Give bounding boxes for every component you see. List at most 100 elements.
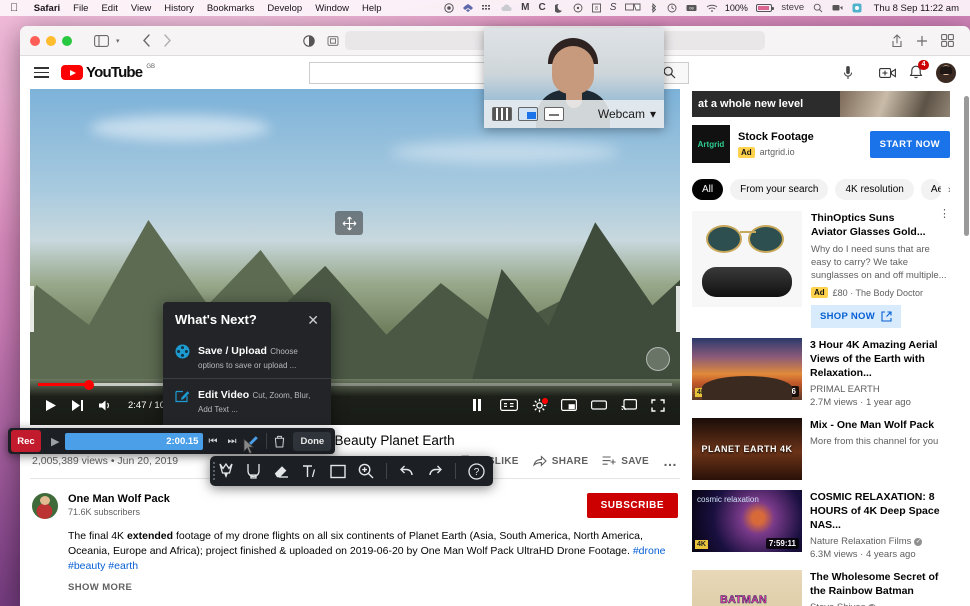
window-traffic-lights[interactable] [30,36,72,46]
captions-button[interactable] [493,399,525,411]
crop-handle-left[interactable] [30,286,34,332]
crop-handle-right[interactable] [676,286,680,332]
zoom-icon[interactable] [358,463,374,479]
artgrid-ad-row[interactable]: Artgrid Stock Footage Ad artgrid.io STAR… [692,117,950,173]
done-button[interactable]: Done [293,432,331,451]
play-button[interactable] [38,399,64,412]
control-center-icon[interactable] [848,3,867,13]
chip-4k-resolution[interactable]: 4K resolution [835,179,913,200]
bluetooth-icon[interactable] [646,3,663,13]
annotation-toolbar[interactable]: ? [210,456,493,486]
next-video-button[interactable] [64,399,91,412]
moon-icon[interactable] [550,3,568,13]
menubar-clock[interactable]: Thu 8 Sep 11:22 am [867,3,964,14]
back-button[interactable] [136,34,157,47]
menu-item-view[interactable]: View [124,3,157,14]
notifications-bell[interactable]: 4 [909,65,923,80]
cast-button[interactable] [614,399,644,411]
wifi-icon[interactable] [702,3,723,13]
list-item[interactable]: PLANET EARTH 4K Mix - One Man Wolf Pack … [692,418,950,490]
toolbar-drag-handle[interactable] [213,462,215,480]
list-item[interactable]: 4K 3:03:16 3 Hour 4K Amazing Aerial View… [692,338,950,418]
banner-ad[interactable]: at a whole new level [692,91,950,117]
webcam-layout-pip-icon[interactable] [518,107,538,121]
theater-mode-button[interactable] [584,399,614,411]
webcam-source-selector[interactable]: Webcam ▾ [598,107,656,121]
menu-item-window[interactable]: Window [309,3,356,14]
pen-icon[interactable] [218,462,234,480]
calendar-icon[interactable]: 8 [587,3,605,13]
chip-aerial[interactable]: Aer [921,179,941,200]
webcam-overlay[interactable]: Webcam ▾ [484,28,664,128]
pause-indicator-icon[interactable] [465,399,493,411]
slack-icon[interactable]: S [605,3,621,13]
whats-next-option-save-upload[interactable]: Save / Upload Choose options to save or … [163,335,331,378]
shop-now-button[interactable]: SHOP NOW [811,305,901,328]
save-button[interactable]: SAVE [602,455,649,467]
settings-gear-button[interactable] [525,398,554,413]
screen-recorder-menu-icon[interactable] [828,3,848,13]
progress-scrubber[interactable] [84,380,94,390]
skip-previous-button[interactable]: ⏮ [203,436,222,447]
page-scrollbar[interactable] [964,96,969,236]
video-title[interactable]: 3 Hour 4K Amazing Aerial Views of the Ea… [810,338,950,380]
trash-icon[interactable] [269,435,290,448]
shopping-ad[interactable]: ThinOptics Suns Aviator Glasses Gold... … [692,211,950,338]
youtube-logo[interactable]: YouTube GB [61,65,155,80]
chip-all[interactable]: All [692,179,723,200]
video-thumbnail[interactable]: 4K 7:59:11 [692,490,802,552]
share-button[interactable]: SHARE [533,455,589,468]
fullscreen-button[interactable] [644,399,672,412]
video-title[interactable]: COSMIC RELAXATION: 8 HOURS of 4K Deep Sp… [810,490,950,532]
maximize-window-button[interactable] [62,36,72,46]
close-icon[interactable]: ✕ [305,313,321,327]
gmail-icon[interactable]: M [517,3,534,13]
start-now-button[interactable]: START NOW [870,131,950,158]
menu-item-develop[interactable]: Develop [261,3,309,14]
hashtag-drone[interactable]: #drone [633,545,666,557]
page-settings-icon[interactable] [321,31,345,50]
list-item[interactable]: 4K 7:59:11 COSMIC RELAXATION: 8 HOURS of… [692,490,950,570]
grid-icon[interactable] [478,3,497,13]
menu-item-safari[interactable]: Safari [27,3,66,14]
record-button[interactable]: Rec [11,430,41,452]
video-thumbnail[interactable]: PLANET EARTH 4K [692,418,802,480]
show-more-button[interactable]: SHOW MORE [30,574,680,593]
dropbox-icon[interactable] [459,3,478,13]
reader-mode-icon[interactable] [297,31,321,50]
share-button[interactable] [885,34,909,48]
new-tab-button[interactable] [910,35,934,47]
user-name-label[interactable]: steve [777,3,809,13]
redo-icon[interactable] [427,464,443,478]
cloud-upload-icon[interactable] [497,3,517,13]
hashtag-earth[interactable]: #earth [108,560,138,572]
hamburger-menu-icon[interactable] [34,67,49,78]
kebab-menu-icon[interactable]: ⋮ [939,211,950,217]
video-player[interactable]: What's Next? ✕ Save / Upload Choose opti… [30,89,680,425]
video-thumbnail[interactable]: 4K 3:03:16 [692,338,802,400]
subscribe-button[interactable]: SUBSCRIBE [587,493,678,518]
microphone-icon[interactable] [843,65,853,81]
video-channel[interactable]: PRIMAL EARTH [810,384,950,395]
clock-icon[interactable] [663,3,682,13]
menu-item-file[interactable]: File [67,3,95,14]
video-channel[interactable]: Steve Shives ✓ [810,602,950,606]
sidebar-toggle-icon[interactable] [88,35,115,47]
progress-bar[interactable] [38,383,672,386]
minimize-window-button[interactable] [46,36,56,46]
more-actions-button[interactable]: … [663,453,678,469]
letter-c-icon[interactable]: C [534,3,550,13]
skip-next-button[interactable]: ⏭ [222,436,241,447]
rectangle-icon[interactable] [330,464,346,479]
webcam-layout-full-icon[interactable] [492,107,512,121]
video-title[interactable]: Mix - One Man Wolf Pack [810,418,950,432]
video-channel[interactable]: Nature Relaxation Films ✓ [810,536,950,547]
screen-recorder-bar[interactable]: Rec ▶ 2:00.15 ⏮ ⏭ Done [8,428,335,454]
tab-overview-button[interactable] [935,34,960,47]
apple-logo-icon[interactable]:  [10,3,18,14]
user-avatar[interactable] [936,63,956,83]
playback-play-button[interactable]: ▶ [45,435,65,448]
volume-button[interactable] [91,399,120,412]
spotlight-search-icon[interactable] [809,3,828,13]
channel-avatar[interactable] [32,493,58,519]
